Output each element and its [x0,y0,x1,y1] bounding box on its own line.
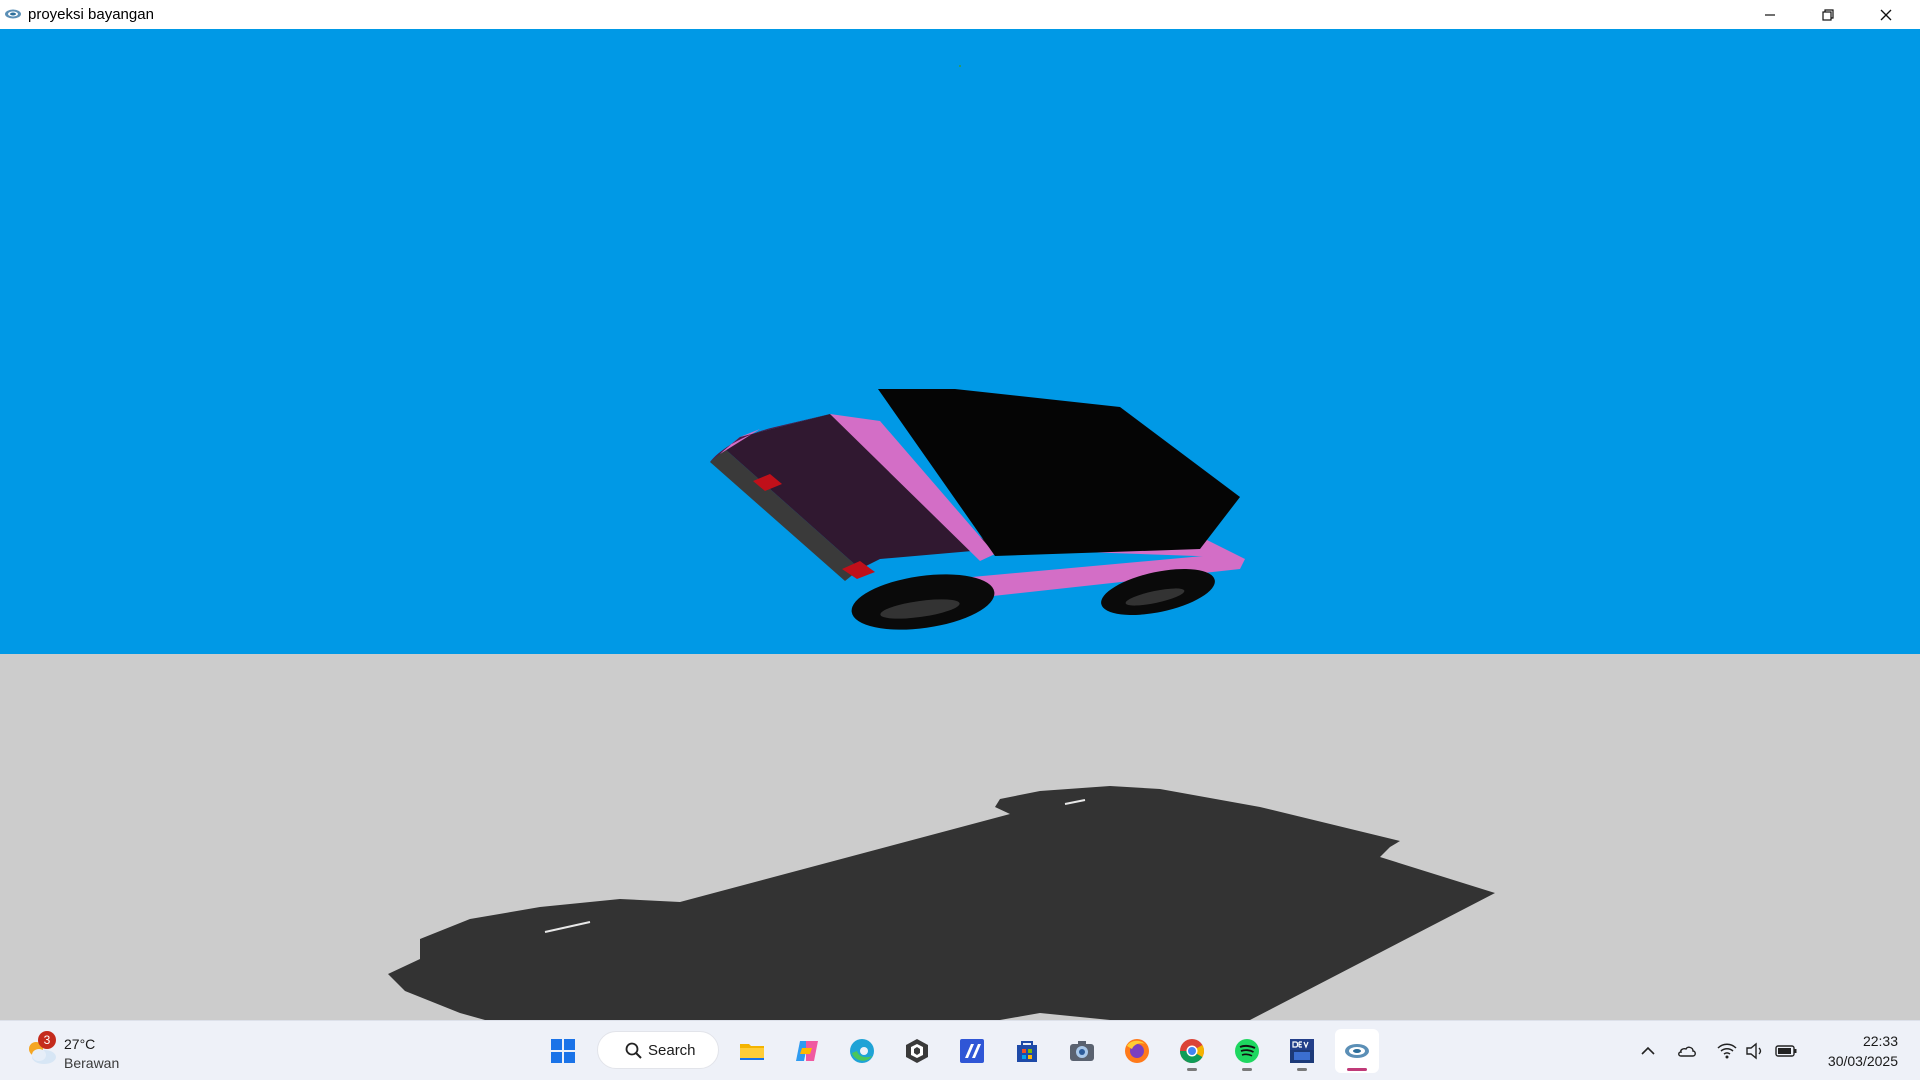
taskbar-opengl-app[interactable] [1335,1029,1379,1073]
cube-icon [906,1039,928,1063]
taskbar-spotify[interactable] [1225,1029,1269,1073]
taskbar-file-explorer[interactable] [730,1029,774,1073]
chrome-icon [1180,1039,1204,1064]
taskbar-edge[interactable] [840,1029,884,1073]
window-title: proyeksi bayangan [28,6,154,23]
opengl-app-icon [5,9,21,19]
weather-notification-badge: 3 [38,1031,56,1049]
taskbar-clock[interactable]: 22:33 30/03/2025 [1828,1031,1898,1071]
store-icon [1017,1041,1037,1062]
clock-time: 22:33 [1862,1033,1898,1049]
windows-start-icon [551,1039,575,1063]
taskbar-visual-studio[interactable] [950,1029,994,1073]
volume-icon [1746,1042,1762,1060]
spotify-icon [1235,1039,1259,1063]
minimize-icon [1765,13,1775,16]
volume-button[interactable] [1743,1039,1767,1063]
taskbar-firefox[interactable] [1115,1029,1159,1073]
window-titlebar: proyeksi bayangan [0,0,1920,29]
restore-icon [1822,8,1834,21]
onedrive-cloud-icon [1678,1046,1696,1057]
taskbar: 3 27°C Berawan Search 22:33 30/03/2025 [0,1020,1920,1080]
taskbar-chrome[interactable] [1170,1029,1214,1073]
restore-button[interactable] [1799,0,1857,29]
onedrive-button[interactable] [1675,1039,1699,1063]
running-indicator [1242,1068,1252,1071]
network-button[interactable] [1715,1039,1739,1063]
devcpp-icon [1290,1039,1314,1063]
weather-temperature: 27°C [64,1036,96,1052]
chevron-up-icon [1641,1046,1655,1055]
edge-icon [850,1039,874,1063]
scene-canvas [0,29,1920,1020]
active-indicator [1347,1068,1367,1071]
taskbar-store[interactable] [1005,1029,1049,1073]
firefox-icon [1125,1039,1149,1063]
search-label: Search [648,1042,696,1059]
taskbar-copilot[interactable] [785,1029,829,1073]
minimize-button[interactable] [1741,0,1799,29]
battery-button[interactable] [1774,1039,1798,1063]
running-indicator [1297,1068,1307,1071]
taskbar-unity[interactable] [895,1029,939,1073]
battery-icon [1775,1045,1797,1057]
camera-icon [1070,1041,1094,1061]
sky [0,29,1920,654]
opengl-icon [1345,1044,1369,1058]
weather-widget[interactable]: 3 27°C Berawan [20,1027,160,1075]
running-indicator [1187,1068,1197,1071]
close-button[interactable] [1857,0,1915,29]
vs-icon [960,1039,984,1063]
taskbar-search[interactable]: Search [597,1031,719,1069]
search-icon [625,1042,642,1059]
opengl-viewport[interactable] [0,29,1920,1020]
copilot-icon [796,1041,818,1061]
close-icon [1880,9,1892,20]
taskbar-devcpp[interactable] [1280,1029,1324,1073]
folder-icon [740,1044,764,1060]
show-hidden-icons-button[interactable] [1636,1039,1660,1063]
weather-condition: Berawan [64,1055,120,1071]
wifi-icon [1717,1043,1737,1059]
clock-date: 30/03/2025 [1827,1053,1898,1069]
taskbar-camera[interactable] [1060,1029,1104,1073]
start-button[interactable] [541,1029,585,1073]
